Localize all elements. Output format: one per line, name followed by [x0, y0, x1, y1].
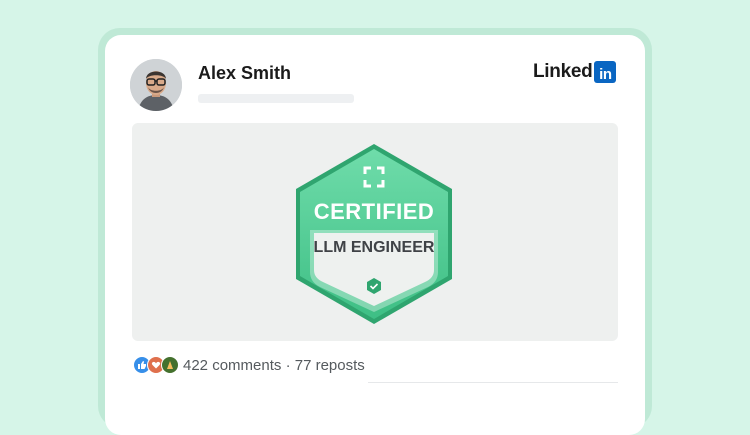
headline-placeholder — [198, 94, 354, 103]
badge-label: LLM ENGINEER — [313, 239, 435, 256]
logo-in-box: in — [594, 61, 617, 83]
stats-separator: · — [285, 357, 291, 374]
engagement-stats: 422 comments · 77 reposts — [183, 357, 365, 374]
reaction-icons[interactable] — [133, 356, 179, 376]
author-name[interactable]: Alex Smith — [198, 63, 291, 84]
divider — [368, 382, 618, 383]
avatar[interactable] — [130, 59, 182, 111]
reposts-count[interactable]: 77 reposts — [295, 357, 365, 374]
linkedin-logo: Linked in — [533, 61, 617, 83]
comments-count[interactable]: 422 comments — [183, 357, 281, 374]
logo-wordmark: Linked — [533, 61, 593, 82]
profile-photo — [130, 59, 182, 111]
certified-badge — [296, 144, 452, 324]
celebrate-icon — [161, 356, 179, 374]
badge-title: CERTIFIED — [313, 199, 435, 224]
